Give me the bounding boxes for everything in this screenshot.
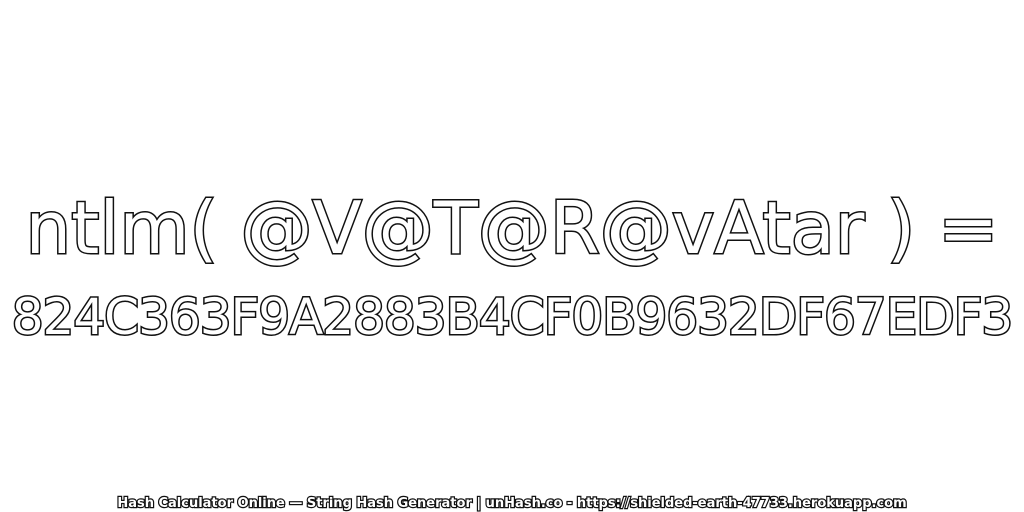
hash-result-value: 824C363F9A2883B4CF0B9632DF67EDF3 xyxy=(10,287,1015,348)
site-footer-caption: Hash Calculator Online — String Hash Gen… xyxy=(116,495,908,512)
hash-expression-heading: ntlm( @V@T@R@vAtar ) = xyxy=(24,185,1000,272)
